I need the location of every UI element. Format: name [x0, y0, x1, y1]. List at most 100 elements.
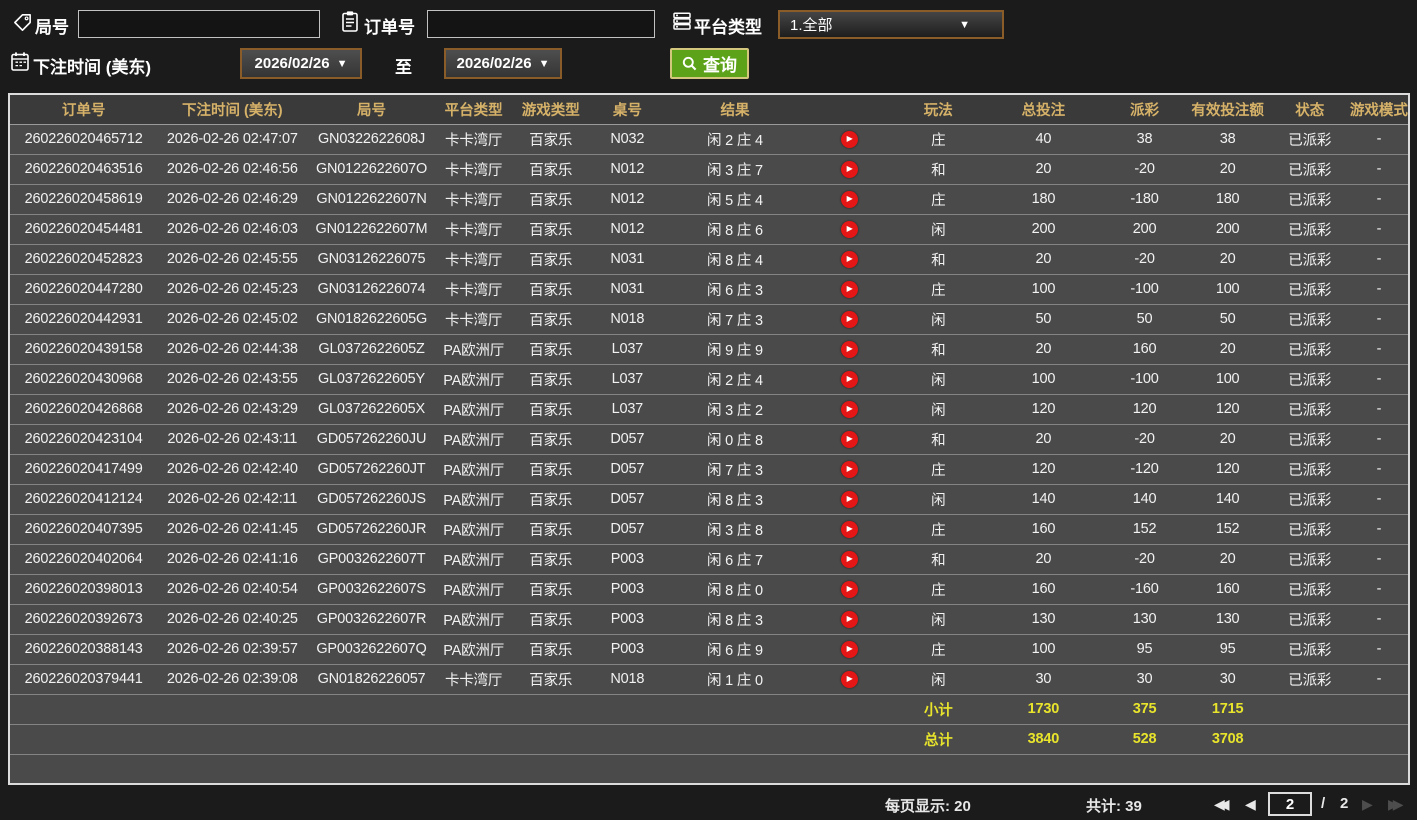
cell-replay: ▶	[805, 574, 894, 605]
cell-valid-bet: 120	[1185, 454, 1270, 485]
cell-order-no: 260226020402064	[9, 544, 158, 575]
cell-game-type: 百家乐	[511, 244, 590, 275]
tag-icon	[12, 12, 33, 33]
col-header-play-type: 玩法	[893, 94, 984, 125]
play-icon[interactable]: ▶	[840, 430, 858, 448]
grand-total-label: 总计	[893, 724, 984, 755]
col-header-platform: 平台类型	[435, 94, 512, 125]
next-page-icon[interactable]: ▶	[1362, 796, 1373, 813]
calendar-icon	[10, 51, 30, 72]
play-icon[interactable]: ▶	[840, 520, 858, 538]
cell-table-no: D057	[589, 514, 665, 545]
order-no-label: 订单号	[364, 18, 415, 37]
cell-total-bet: 50	[983, 304, 1104, 335]
cell-table-no: D057	[589, 424, 665, 455]
platform-select[interactable]: 1.全部 ▼	[778, 10, 1004, 39]
cell-table-no: D057	[589, 454, 665, 485]
play-icon[interactable]: ▶	[840, 550, 858, 568]
cell-total-bet: 20	[983, 244, 1104, 275]
play-icon[interactable]: ▶	[840, 610, 858, 628]
cell-game-no: GP0032622607Q	[307, 634, 436, 665]
cell-game-mode: -	[1349, 334, 1409, 365]
play-icon[interactable]: ▶	[840, 160, 858, 178]
play-icon[interactable]: ▶	[840, 490, 858, 508]
cell-platform: 卡卡湾厅	[435, 184, 512, 215]
cell-play-type: 庄	[893, 514, 984, 545]
cell-result: 闲 9 庄 9	[664, 334, 806, 365]
play-icon[interactable]: ▶	[840, 340, 858, 358]
date-to-picker[interactable]: 2026/02/26 ▼	[444, 48, 562, 79]
prev-page-icon[interactable]: ◀	[1245, 796, 1256, 813]
play-icon[interactable]: ▶	[840, 130, 858, 148]
search-icon	[682, 56, 698, 72]
cell-game-mode: -	[1349, 394, 1409, 425]
cell-play-type: 庄	[893, 454, 984, 485]
game-no-label: 局号	[35, 18, 69, 37]
cell-bet-time: 2026-02-26 02:41:45	[157, 514, 308, 545]
cell-table-no: D057	[589, 484, 665, 515]
play-icon[interactable]: ▶	[840, 670, 858, 688]
play-icon[interactable]: ▶	[840, 310, 858, 328]
chevron-down-icon: ▼	[336, 57, 348, 70]
cell-replay: ▶	[805, 484, 894, 515]
cell-result: 闲 2 庄 4	[664, 124, 806, 155]
subtotal-row: 小计 1730 375 1715	[9, 694, 1409, 725]
play-icon[interactable]: ▶	[840, 250, 858, 268]
cell-total-bet: 120	[983, 454, 1104, 485]
play-icon[interactable]: ▶	[840, 370, 858, 388]
table-row: 260226020452823 2026-02-26 02:45:55 GN03…	[9, 244, 1409, 275]
cell-total-bet: 20	[983, 154, 1104, 185]
game-no-input[interactable]	[78, 10, 320, 38]
play-icon[interactable]: ▶	[840, 190, 858, 208]
table-row: 260226020392673 2026-02-26 02:40:25 GP00…	[9, 604, 1409, 635]
col-header-result: 结果	[664, 94, 806, 125]
cell-bet-time: 2026-02-26 02:43:55	[157, 364, 308, 395]
cell-game-type: 百家乐	[511, 154, 590, 185]
play-icon[interactable]: ▶	[840, 460, 858, 478]
play-icon[interactable]: ▶	[840, 640, 858, 658]
cell-replay: ▶	[805, 394, 894, 425]
cell-result: 闲 6 庄 7	[664, 544, 806, 575]
last-page-icon[interactable]: ▶▶	[1388, 796, 1404, 813]
platform-select-value: 1.全部	[790, 17, 833, 34]
play-icon[interactable]: ▶	[840, 580, 858, 598]
cell-total-bet: 20	[983, 334, 1104, 365]
cell-valid-bet: 180	[1185, 184, 1270, 215]
cell-table-no: L037	[589, 334, 665, 365]
first-page-icon[interactable]: ◀◀	[1214, 796, 1230, 813]
cell-payout: -20	[1103, 154, 1186, 185]
cell-payout: 152	[1103, 514, 1186, 545]
cell-result: 闲 7 庄 3	[664, 454, 806, 485]
cell-payout: 120	[1103, 394, 1186, 425]
table-row: 260226020465712 2026-02-26 02:47:07 GN03…	[9, 124, 1409, 155]
cell-platform: PA欧洲厅	[435, 424, 512, 455]
cell-game-no: GP0032622607T	[307, 544, 436, 575]
col-header-bet-time: 下注时间 (美东)	[157, 94, 308, 125]
cell-table-no: N018	[589, 664, 665, 695]
cell-table-no: N032	[589, 124, 665, 155]
page-input[interactable]	[1268, 792, 1312, 816]
play-icon[interactable]: ▶	[840, 400, 858, 418]
cell-platform: 卡卡湾厅	[435, 304, 512, 335]
cell-order-no: 260226020465712	[9, 124, 158, 155]
cell-valid-bet: 130	[1185, 604, 1270, 635]
play-icon[interactable]: ▶	[840, 280, 858, 298]
cell-replay: ▶	[805, 364, 894, 395]
cell-result: 闲 6 庄 9	[664, 634, 806, 665]
cell-bet-time: 2026-02-26 02:45:55	[157, 244, 308, 275]
cell-game-type: 百家乐	[511, 424, 590, 455]
order-no-input[interactable]	[427, 10, 655, 38]
platform-stack-icon	[672, 11, 692, 31]
cell-game-type: 百家乐	[511, 334, 590, 365]
cell-order-no: 260226020452823	[9, 244, 158, 275]
page-separator: /	[1321, 795, 1326, 812]
cell-payout: -100	[1103, 364, 1186, 395]
cell-order-no: 260226020412124	[9, 484, 158, 515]
cell-total-bet: 20	[983, 544, 1104, 575]
date-from-picker[interactable]: 2026/02/26 ▼	[240, 48, 362, 79]
cell-bet-time: 2026-02-26 02:45:02	[157, 304, 308, 335]
subtotal-total-bet: 1730	[983, 694, 1104, 725]
cell-bet-time: 2026-02-26 02:39:57	[157, 634, 308, 665]
search-button[interactable]: 查询	[670, 48, 749, 79]
play-icon[interactable]: ▶	[840, 220, 858, 238]
